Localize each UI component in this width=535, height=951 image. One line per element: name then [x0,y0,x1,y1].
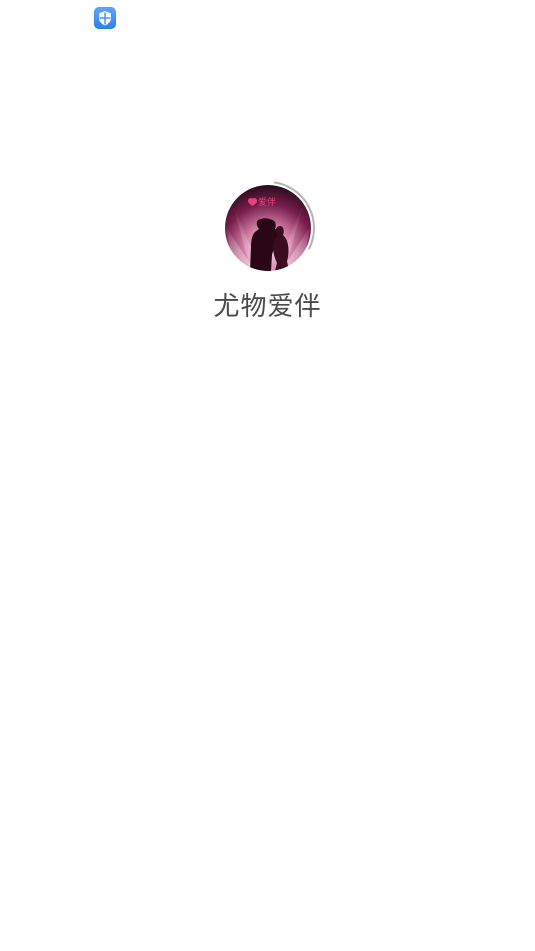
app-name-title: 尤物爱伴 [213,292,322,322]
app-icon-container: 爱伴 [222,180,318,276]
app-logo-icon: 爱伴 [225,185,311,271]
brand-logo-text: 爱伴 [258,196,276,208]
splash-screen: 爱伴 尤物爱伴 [0,0,535,951]
shield-icon [94,7,116,29]
splash-content: 爱伴 尤物爱伴 [0,180,535,340]
